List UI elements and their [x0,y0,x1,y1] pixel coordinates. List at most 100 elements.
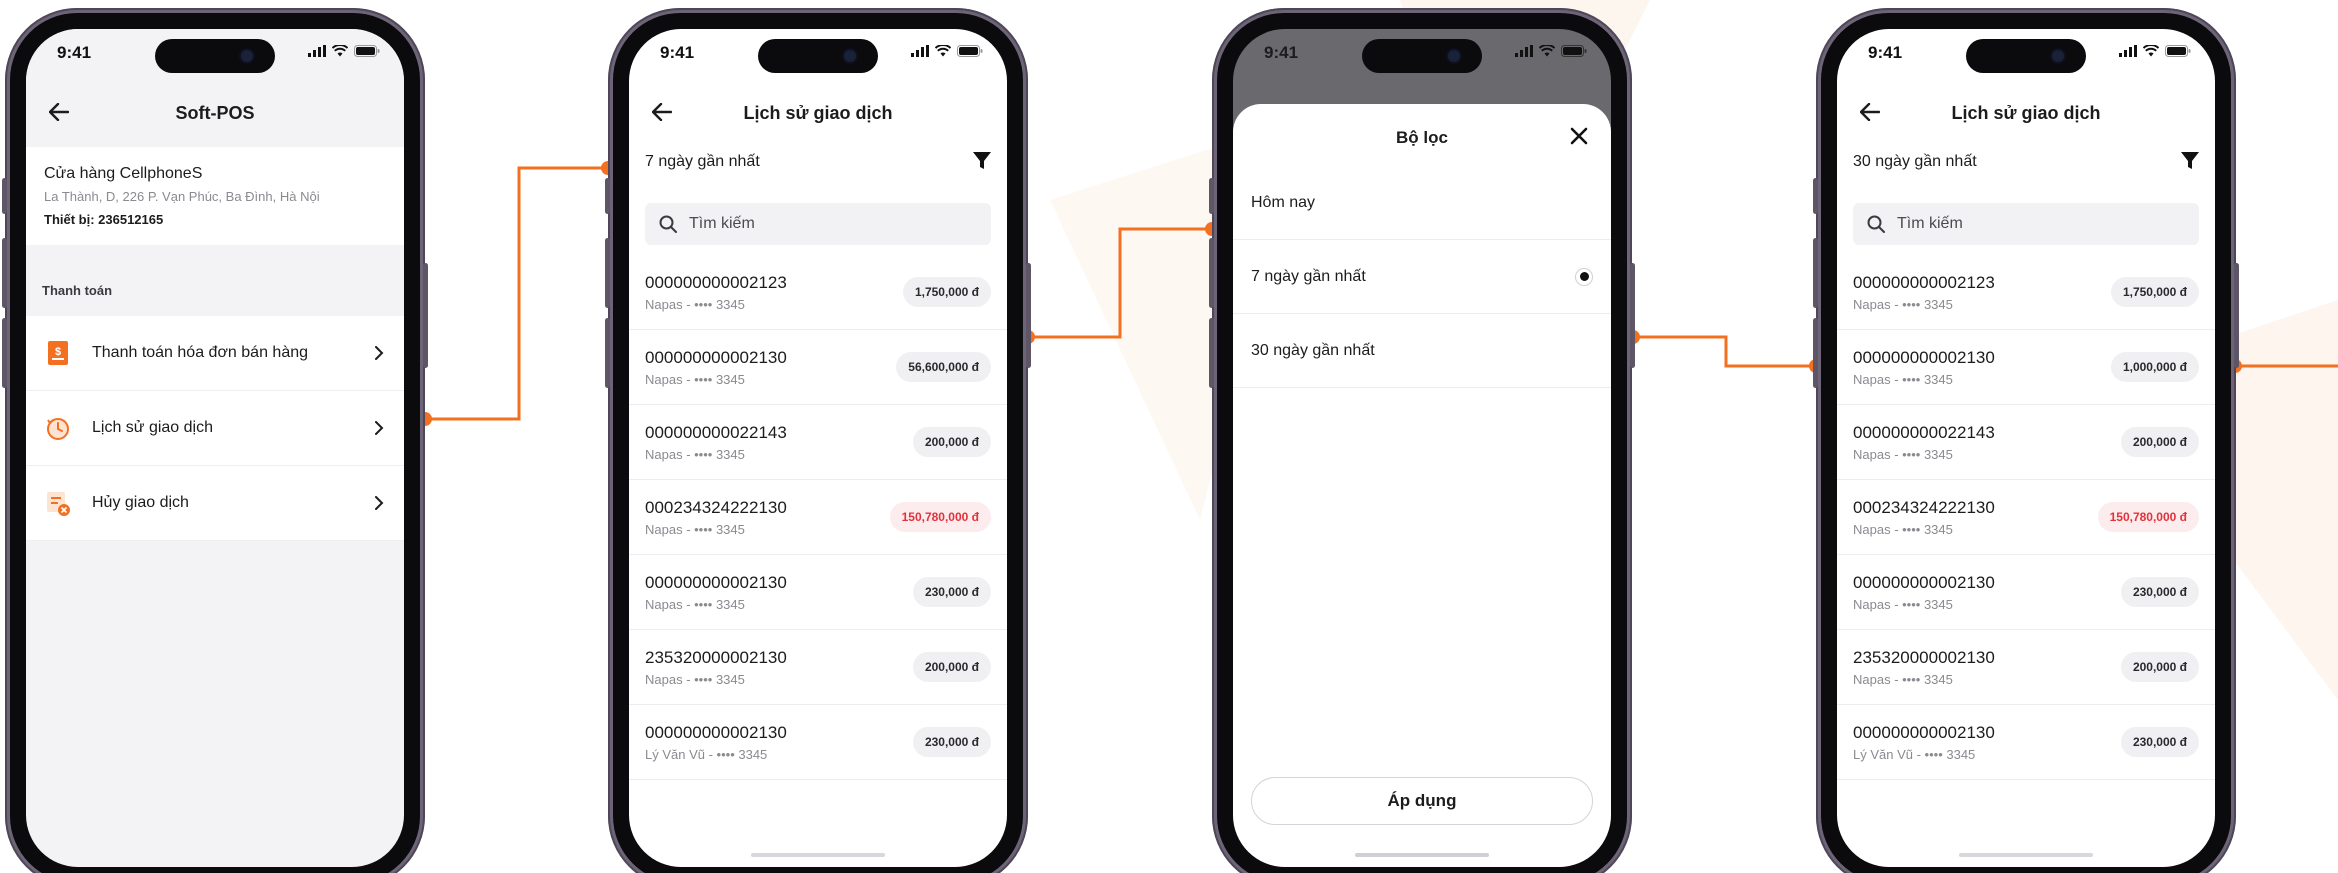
radio-selected[interactable] [1575,267,1593,286]
amount-badge-negative: 150,780,000 đ [889,502,991,532]
svg-text:$: $ [55,346,61,358]
nav-bar: Soft-POS [26,87,404,137]
amount-badge: 230,000 đ [912,727,991,757]
transaction-list: 000000000002123 Napas - •••• 3345 1,750,0… [629,255,1007,780]
cancel-document-icon [44,489,72,517]
transaction-card: Napas - •••• 3345 [1853,521,1953,537]
volume-down-button [1209,318,1214,388]
transaction-row[interactable]: 235320000002130 Napas - •••• 3345 200,000… [1837,630,2215,705]
transaction-card: Napas - •••• 3345 [1853,446,1953,462]
power-button [1630,263,1635,368]
filter-period-label: 7 ngày gần nhất [645,153,760,170]
transaction-row[interactable]: 000234324222130 Napas - •••• 3345 150,780… [629,480,1007,555]
wifi-icon [935,45,951,57]
screen-filter: 9:41 Bộ lọc Hôm nay 7 ngày gần nhất 30 n… [1233,29,1611,867]
volume-up-button [1813,238,1818,308]
status-time: 9:41 [660,43,695,62]
dynamic-island [1966,39,2086,73]
battery-icon [2165,45,2191,57]
transaction-row[interactable]: 000000000002130 Napas - •••• 3345 230,000… [629,555,1007,630]
transaction-row[interactable]: 235320000002130 Napas - •••• 3345 200,000… [629,630,1007,705]
store-name: Cửa hàng CellphoneS [44,165,203,182]
amount-badge: 1,750,000 đ [902,277,991,307]
menu-item-label: Hủy giao dịch [92,494,189,511]
filter-period-label: 30 ngày gần nhất [1853,153,1977,170]
connector-2-3 [1028,227,1212,339]
volume-down-button [2,318,7,388]
battery-icon [957,45,983,57]
transaction-row[interactable]: 000000000002123 Napas - •••• 3345 1,750,0… [629,255,1007,330]
transaction-id: 235320000002130 [645,647,787,667]
amount-badge: 1,750,000 đ [2110,277,2199,307]
transaction-row[interactable]: 000000000002130 Napas - •••• 3345 230,000… [1837,555,2215,630]
amount-badge: 200,000 đ [912,652,991,682]
page-title: Lịch sử giao dịch [743,103,893,123]
transaction-row[interactable]: 000000000002130 Lý Văn Vũ - •••• 3345 230… [1837,705,2215,780]
menu-item-cancel-transaction[interactable]: Hủy giao dịch [26,466,404,541]
transaction-card: Napas - •••• 3345 [1853,596,1953,612]
invoice-icon: $ [44,339,72,367]
battery-icon [354,45,380,57]
transaction-id: 000000000002123 [1853,272,1995,292]
close-icon[interactable] [1569,126,1589,146]
battery-icon [1561,45,1587,57]
filter-option-30-days[interactable]: 30 ngày gần nhất [1233,314,1611,388]
power-button [2234,263,2239,368]
store-info-card: Cửa hàng CellphoneS La Thành, D, 226 P. … [26,147,404,245]
amount-badge: 56,600,000 đ [896,352,991,382]
home-indicator[interactable] [751,853,885,857]
transaction-card: Lý Văn Vũ - •••• 3345 [645,746,768,762]
screen-transaction-history: 9:41 Lịch sử giao dịch 7 ngày gần nhất T… [629,29,1007,867]
amount-badge: 200,000 đ [2120,652,2199,682]
status-bar: 9:41 [26,29,404,87]
transaction-row[interactable]: 000000000002130 Napas - •••• 3345 1,000,0… [1837,330,2215,405]
mute-switch [605,178,610,214]
filter-option-today[interactable]: Hôm nay [1233,166,1611,240]
transaction-id: 000234324222130 [645,497,787,517]
device-id: Thiết bị: 236512165 [44,212,164,227]
search-icon [659,215,677,233]
filter-funnel-icon[interactable] [973,151,991,176]
transaction-row[interactable]: 000000000022143 Napas - •••• 3345 200,000… [1837,405,2215,480]
menu-item-transaction-history[interactable]: Lịch sử giao dịch [26,391,404,466]
transaction-row[interactable]: 000000000022143 Napas - •••• 3345 200,000… [629,405,1007,480]
transaction-row[interactable]: 000234324222130 Napas - •••• 3345 150,780… [1837,480,2215,555]
transaction-row[interactable]: 000000000002130 Lý Văn Vũ - •••• 3345 230… [629,705,1007,780]
system-icons [1515,45,1587,57]
menu-item-invoice-payment[interactable]: $ Thanh toán hóa đơn bán hàng [26,316,404,391]
connector-1-2 [425,166,608,421]
apply-button[interactable]: Áp dụng [1251,777,1593,825]
transaction-row[interactable]: 000000000002130 Napas - •••• 3345 56,600,… [629,330,1007,405]
search-input[interactable]: Tìm kiếm [1853,203,2199,245]
amount-badge: 230,000 đ [2120,727,2199,757]
signal-icon [308,45,326,57]
transaction-card: Napas - •••• 3345 [1853,296,1953,312]
screen-transaction-history: 9:41 Lịch sử giao dịch 30 ngày gần nhất [1837,29,2215,867]
amount-badge: 200,000 đ [912,427,991,457]
menu-item-label: Thanh toán hóa đơn bán hàng [92,344,309,361]
phone-history-30-days: 9:41 Lịch sử giao dịch 30 ngày gần nhất [1813,8,2239,873]
nav-bar: Lịch sử giao dịch [629,87,1007,137]
transaction-row[interactable]: 000000000002123 Napas - •••• 3345 1,750,0… [1837,255,2215,330]
transaction-card: Napas - •••• 3345 [645,371,745,387]
search-input[interactable]: Tìm kiếm [645,203,991,245]
system-icons [308,45,380,57]
transaction-id: 000000000022143 [1853,422,1995,442]
transaction-id: 000000000002130 [645,722,787,742]
status-time: 9:41 [57,43,92,62]
mute-switch [1813,178,1818,214]
amount-badge: 230,000 đ [912,577,991,607]
home-indicator[interactable] [1959,853,2093,857]
wifi-icon [332,45,348,57]
home-indicator[interactable] [1355,853,1489,857]
option-label: 7 ngày gần nhất [1251,267,1366,285]
filter-funnel-icon[interactable] [2181,151,2199,176]
filter-bottom-sheet: Bộ lọc Hôm nay 7 ngày gần nhất 30 ngày g… [1233,104,1611,867]
phone-history-7-days: 9:41 Lịch sử giao dịch 7 ngày gần nhất T… [605,8,1031,873]
status-bar: 9:41 [629,29,1007,87]
amount-badge: 200,000 đ [2120,427,2199,457]
signal-icon [1515,45,1533,57]
transaction-card: Napas - •••• 3345 [1853,371,1953,387]
phone-filter: 9:41 Bộ lọc Hôm nay 7 ngày gần nhất 30 n… [1209,8,1635,873]
filter-option-7-days[interactable]: 7 ngày gần nhất [1233,240,1611,314]
